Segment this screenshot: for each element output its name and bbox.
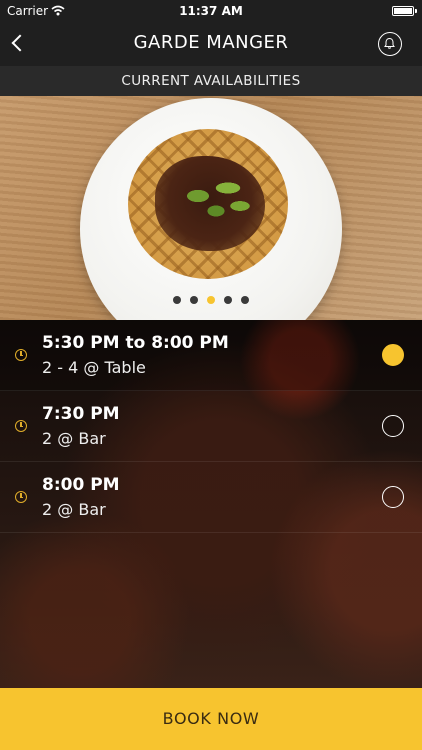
status-bar: Carrier 11:37 AM (0, 0, 422, 22)
availability-detail: 2 @ Bar (42, 429, 106, 448)
availability-time: 5:30 PM to 8:00 PM (42, 333, 229, 353)
availability-list: 5:30 PM to 8:00 PM 2 - 4 @ Table 7:30 PM… (0, 320, 422, 688)
clock-icon (15, 491, 27, 503)
status-time: 11:37 AM (179, 4, 243, 18)
page-dot[interactable] (224, 296, 232, 304)
availability-row[interactable]: 7:30 PM 2 @ Bar (0, 391, 422, 462)
availability-row[interactable]: 5:30 PM to 8:00 PM 2 - 4 @ Table (0, 320, 422, 391)
bell-icon (384, 37, 395, 49)
selection-radio-checked[interactable] (382, 344, 404, 366)
availability-detail: 2 @ Bar (42, 500, 106, 519)
availability-detail: 2 - 4 @ Table (42, 358, 146, 377)
greens-image (178, 166, 258, 226)
navigation-bar: GARDE MANGER (0, 22, 422, 66)
page-dot[interactable] (173, 296, 181, 304)
page-dot[interactable] (241, 296, 249, 304)
clock-icon (15, 420, 27, 432)
selection-radio[interactable] (382, 415, 404, 437)
notifications-button[interactable] (378, 32, 402, 56)
page-title: GARDE MANGER (133, 32, 289, 53)
section-header: CURRENT AVAILABILITIES (0, 66, 422, 96)
dish-photo-carousel[interactable] (0, 96, 422, 320)
page-dot-active[interactable] (207, 296, 215, 304)
availability-row[interactable]: 8:00 PM 2 @ Bar (0, 462, 422, 533)
page-dot[interactable] (190, 296, 198, 304)
book-now-button[interactable]: BOOK NOW (0, 688, 422, 750)
selection-radio[interactable] (382, 486, 404, 508)
carousel-page-indicator[interactable] (0, 296, 422, 304)
clock-icon (15, 349, 27, 361)
availability-time: 7:30 PM (42, 404, 120, 424)
battery-icon (392, 6, 417, 16)
availability-time: 8:00 PM (42, 475, 120, 495)
